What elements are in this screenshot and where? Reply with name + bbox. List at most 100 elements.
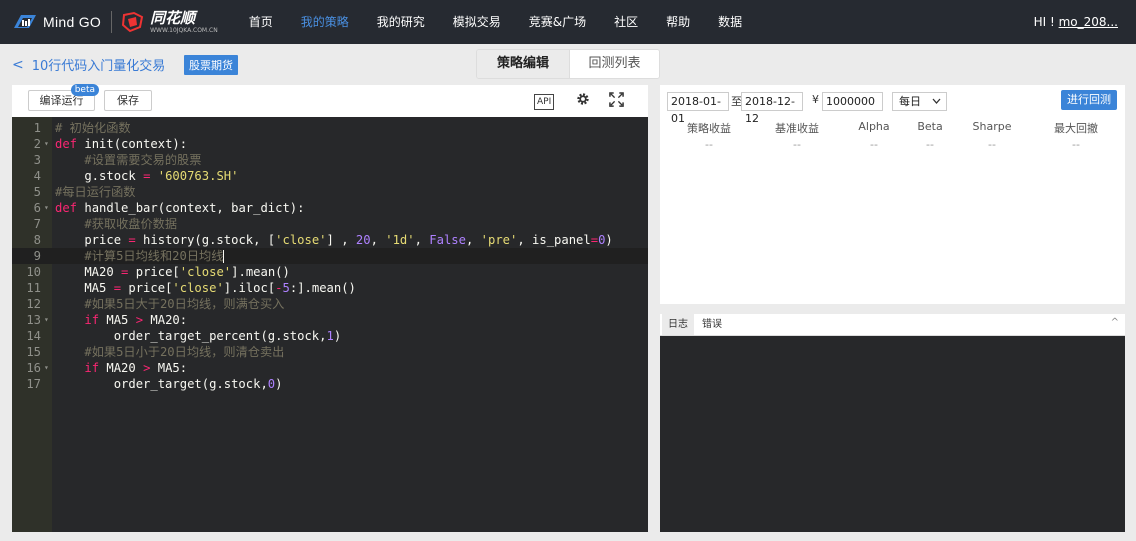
metric-header: Alpha	[858, 120, 890, 133]
code-line[interactable]: 15 #如果5日小于20日均线，则清仓卖出	[12, 344, 648, 360]
tab-log[interactable]: 日志	[662, 314, 694, 335]
nav-item-7[interactable]: 数据	[709, 0, 761, 44]
gear-icon-svg	[577, 93, 589, 105]
tab-strategy-edit[interactable]: 策略编辑	[477, 50, 569, 78]
end-date-input[interactable]: 2018-12-12	[741, 92, 803, 125]
code-token: ,	[414, 233, 430, 247]
line-number: 8	[33, 233, 41, 247]
metric-header: 最大回撤	[1054, 122, 1098, 135]
line-number: 6	[33, 201, 41, 215]
capital-input[interactable]: 1000000	[822, 92, 883, 111]
nav-item-6[interactable]: 帮助	[657, 0, 709, 44]
nav-item-4[interactable]: 竞赛&广场	[520, 0, 605, 44]
nav-item-3[interactable]: 模拟交易	[444, 0, 520, 44]
metric-header: 策略收益	[687, 122, 731, 135]
code-line[interactable]: 13 ▾ if MA5 > MA20:	[12, 312, 648, 328]
code-line[interactable]: 7 #获取收盘价数据	[12, 216, 648, 232]
code-line[interactable]: 10 MA20 = price['close'].mean()	[12, 264, 648, 280]
code-token: ].iloc[	[223, 281, 276, 295]
line-number: 7	[33, 217, 41, 231]
code-line[interactable]: 6 ▾ def handle_bar(context, bar_dict):	[12, 200, 648, 216]
line-number: 2	[33, 137, 41, 151]
code-token: price[	[128, 265, 180, 279]
code-line[interactable]: 2 ▾ def init(context):	[12, 136, 648, 152]
username[interactable]: mo_208...	[1059, 15, 1118, 29]
code-text: if MA5 > MA20:	[55, 312, 187, 328]
compile-run-button[interactable]: 编译运行 beta	[28, 84, 99, 111]
fullscreen-icon[interactable]	[608, 92, 624, 112]
code-line[interactable]: 5 #每日运行函数	[12, 184, 648, 200]
collapse-icon[interactable]: ^	[1111, 317, 1119, 328]
back-arrow-icon: <	[12, 56, 24, 73]
line-number: 11	[26, 281, 41, 295]
code-token: order_target_percent(g.stock,	[55, 329, 327, 343]
start-date-input[interactable]: 2018-01-01	[667, 92, 729, 125]
code-token: MA5	[55, 281, 114, 295]
code-text: #计算5日均线和20日均线	[55, 248, 225, 264]
gear-icon[interactable]	[575, 92, 591, 111]
code-token: price	[55, 233, 129, 247]
code-line[interactable]: 11 MA5 = price['close'].iloc[-5:].mean()	[12, 280, 648, 296]
code-line[interactable]: 4 g.stock = '600763.SH'	[12, 168, 648, 184]
code-token: 20	[355, 233, 371, 247]
line-number: 17	[26, 377, 41, 391]
code-token: -	[275, 281, 283, 295]
code-line[interactable]: 12 #如果5日大于20日均线，则满仓买入	[12, 296, 648, 312]
code-text: def handle_bar(context, bar_dict):	[55, 200, 304, 216]
frequency-select[interactable]: 每日	[892, 92, 947, 111]
code-token: )	[605, 233, 613, 247]
code-text: price = history(g.stock, ['close'] , 20,…	[55, 232, 613, 248]
mindgo-logo[interactable]: Mind GO	[12, 0, 101, 44]
code-token: #如果5日大于20日均线，则满仓买入	[84, 297, 285, 311]
code-token: '600763.SH'	[157, 169, 239, 183]
code-editor[interactable]: 1 # 初始化函数 2 ▾ def init(context): 3 #设置需要交易的股票…	[12, 117, 648, 532]
code-line[interactable]: 14 order_target_percent(g.stock,1)	[12, 328, 648, 344]
nav-item-0[interactable]: 首页	[240, 0, 292, 44]
partner-logo[interactable]: 同花顺 WWW.10JQKA.COM.CN	[120, 10, 218, 34]
code-line[interactable]: 16 ▾ if MA20 > MA5:	[12, 360, 648, 376]
fold-arrow-icon[interactable]: ▾	[44, 200, 49, 216]
code-token: #设置需要交易的股票	[84, 153, 202, 167]
code-line[interactable]: 1 # 初始化函数	[12, 120, 648, 136]
log-output	[660, 336, 1125, 532]
code-line[interactable]: 8 price = history(g.stock, ['close'] , 2…	[12, 232, 648, 248]
code-line[interactable]: 3 #设置需要交易的股票	[12, 152, 648, 168]
code-line[interactable]: 17 order_target(g.stock,0)	[12, 376, 648, 392]
save-button[interactable]: 保存	[104, 90, 152, 111]
code-editor-panel: 编译运行 beta 保存 API 1 # 初始化函数 2 ▾ def init(cont…	[12, 84, 648, 532]
code-token: ,	[465, 233, 481, 247]
metric-header: Sharpe	[972, 120, 1012, 133]
api-icon[interactable]: API	[534, 94, 555, 110]
line-number: 16	[26, 361, 41, 375]
nav-item-2[interactable]: 我的研究	[368, 0, 444, 44]
code-line[interactable]: 9 #计算5日均线和20日均线	[12, 248, 648, 264]
code-text: #获取收盘价数据	[55, 216, 177, 232]
back-link[interactable]: < 10行代码入门量化交易	[12, 55, 165, 75]
editor-toolbar: 编译运行 beta 保存 API	[12, 84, 648, 117]
metric-value: --	[1072, 138, 1080, 151]
fold-arrow-icon[interactable]: ▾	[44, 312, 49, 328]
code-token: handle_bar(context, bar_dict):	[77, 201, 305, 215]
frequency-value: 每日	[899, 95, 921, 108]
fold-arrow-icon[interactable]: ▾	[44, 136, 49, 152]
code-token: if	[84, 361, 100, 375]
code-text: def init(context):	[55, 136, 187, 152]
run-backtest-button[interactable]: 进行回测	[1061, 90, 1117, 110]
line-number: 13	[26, 313, 41, 327]
tab-backtest-list[interactable]: 回测列表	[569, 50, 659, 78]
metric-header: 基准收益	[775, 122, 819, 135]
user-menu[interactable]: HI ! mo_208...	[1034, 0, 1118, 44]
metric-value: --	[705, 138, 713, 151]
tab-errors[interactable]: 错误	[696, 314, 728, 335]
nav-item-5[interactable]: 社区	[605, 0, 657, 44]
line-number: 5	[33, 185, 41, 199]
code-token: ] ,	[326, 233, 356, 247]
fold-arrow-icon[interactable]: ▾	[44, 360, 49, 376]
code-token: price[	[121, 281, 173, 295]
metric-value: --	[926, 138, 934, 151]
code-token: False	[429, 233, 466, 247]
code-token: 'close'	[179, 265, 232, 279]
code-token: '1d'	[385, 233, 415, 247]
nav-item-1[interactable]: 我的策略	[292, 0, 368, 44]
